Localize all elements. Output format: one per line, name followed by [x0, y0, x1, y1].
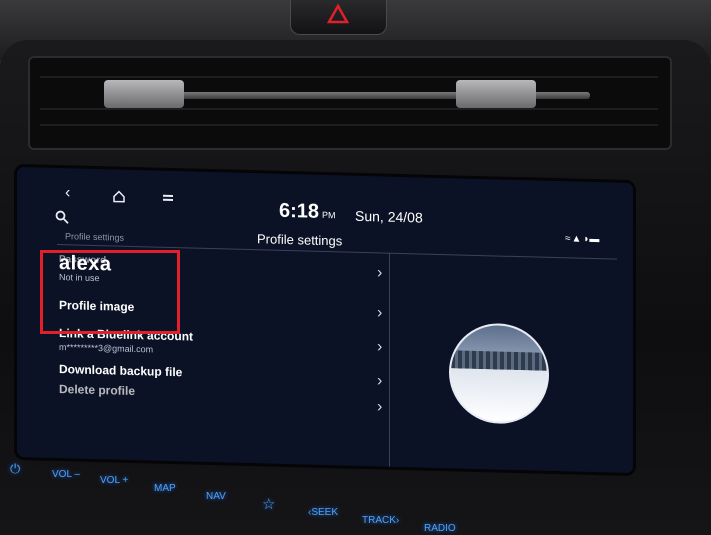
radio-button[interactable]: RADIO	[424, 523, 456, 534]
search-icon[interactable]	[55, 210, 69, 229]
hard-button-strip: ⏻ VOL – VOL + MAP NAV ☆ ‹SEEK TRACK› RAD…	[0, 455, 711, 535]
nav-button[interactable]: NAV	[206, 491, 226, 502]
previous-list-item-fragment: Profile settings	[65, 231, 125, 243]
favorite-button[interactable]: ☆	[262, 495, 275, 513]
profile-image-preview[interactable]	[449, 322, 549, 425]
status-bar: ‹ 6:18 PM Sun, 24/08 ≈▲◑▬	[17, 167, 633, 245]
clock-time: 6:18 PM	[279, 199, 336, 223]
vol-down-button[interactable]: VOL –	[52, 469, 80, 480]
hazard-button[interactable]	[290, 0, 387, 35]
vent-knob-right[interactable]	[456, 80, 536, 108]
date-label: Sun, 24/08	[355, 207, 423, 226]
list-item-subtitle: m*********3@gmail.com	[59, 342, 154, 355]
page-title: Profile settings	[257, 231, 343, 249]
power-button[interactable]: ⏻	[10, 461, 20, 477]
chevron-right-icon: ›	[377, 264, 383, 282]
vol-up-button[interactable]: VOL +	[100, 475, 128, 486]
air-vent	[28, 56, 672, 150]
highlight-annotation	[40, 250, 180, 334]
chevron-right-icon: ›	[377, 398, 383, 416]
clock-ampm: PM	[322, 209, 336, 221]
home-icon[interactable]	[113, 189, 125, 207]
seek-button[interactable]: ‹SEEK	[308, 507, 338, 518]
panel-divider	[389, 252, 390, 467]
connectivity-icons: ≈▲◑▬	[565, 233, 601, 246]
back-arrow-icon[interactable]: ‹	[65, 184, 70, 202]
chevron-right-icon: ›	[377, 338, 383, 356]
map-button[interactable]: MAP	[154, 483, 176, 494]
track-button[interactable]: TRACK›	[362, 515, 399, 526]
list-item-title: Download backup file	[59, 362, 183, 380]
menu-icon[interactable]	[163, 191, 173, 209]
hazard-icon	[327, 4, 349, 24]
vent-knob-left[interactable]	[104, 80, 184, 108]
chevron-right-icon: ›	[377, 304, 383, 322]
list-item-title: Delete profile	[59, 382, 136, 399]
